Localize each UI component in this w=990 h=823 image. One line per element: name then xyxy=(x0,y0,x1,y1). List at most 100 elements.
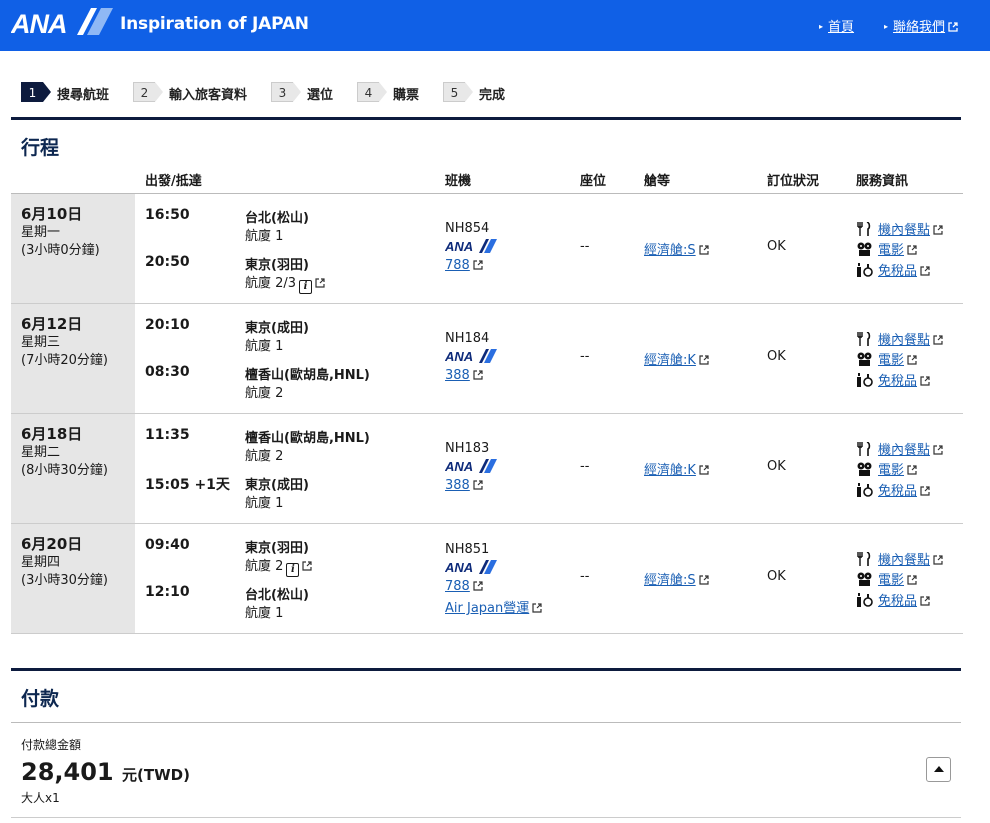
flight-row: 6月10日 星期一 (3小時0分鐘) 16:50 台北(松山) 航廈 1 20:… xyxy=(11,194,963,304)
service-movie[interactable]: 電影 xyxy=(856,349,917,369)
departure-airport: 檀香山(歐胡島,HNL) xyxy=(245,431,370,446)
ana-logo[interactable]: ANA xyxy=(11,8,113,36)
step-arrow xyxy=(155,82,163,102)
service-dutyfree[interactable]: 免稅品 xyxy=(856,480,930,500)
external-link-icon xyxy=(920,596,930,606)
film-reel-icon xyxy=(857,572,872,586)
contact-link[interactable]: ▸ 聯絡我們 xyxy=(884,16,958,35)
home-link[interactable]: ▸ 首頁 xyxy=(819,16,854,35)
external-link-icon xyxy=(933,445,943,455)
external-link-icon xyxy=(699,465,709,475)
info-icon[interactable]: i xyxy=(286,563,300,577)
arrival-time: 20:50 xyxy=(145,254,190,270)
col-cabin: 艙等 xyxy=(644,174,671,189)
ana-airline-logo: ANA xyxy=(445,459,497,473)
svg-text:ANA: ANA xyxy=(445,349,473,363)
cabin-link-wrap[interactable]: 經濟艙:S xyxy=(644,569,709,588)
arrival-airport: 台北(松山) xyxy=(245,588,309,603)
service-meal[interactable]: 機內餐點 xyxy=(856,219,943,239)
duty-free-icon xyxy=(857,483,873,497)
service-link[interactable]: 免稅品 xyxy=(878,264,917,279)
flight-duration: (3小時30分鐘) xyxy=(21,573,108,588)
payment-total-label: 付款總金額 xyxy=(21,738,82,752)
brand-tagline: Inspiration of JAPAN xyxy=(120,14,309,34)
external-link-icon[interactable] xyxy=(315,278,325,288)
service-link[interactable]: 機內餐點 xyxy=(878,223,930,238)
service-link[interactable]: 免稅品 xyxy=(878,484,917,499)
aircraft-link[interactable]: 788 xyxy=(445,579,470,594)
service-link[interactable]: 機內餐點 xyxy=(878,333,930,348)
payment-title: 付款 xyxy=(21,688,60,710)
flight-date: 6月12日 xyxy=(21,315,83,333)
arrival-airport: 東京(成田) xyxy=(245,478,309,493)
service-link[interactable]: 電影 xyxy=(878,463,904,478)
col-flight: 班機 xyxy=(445,174,472,189)
aircraft-link-wrap[interactable]: 388 xyxy=(445,368,483,383)
service-movie[interactable]: 電影 xyxy=(856,459,917,479)
service-link[interactable]: 免稅品 xyxy=(878,594,917,609)
service-link[interactable]: 電影 xyxy=(878,353,904,368)
external-link-icon xyxy=(473,480,483,490)
flight-number: NH184 xyxy=(445,331,490,346)
service-movie[interactable]: 電影 xyxy=(856,569,917,589)
col-services: 服務資訊 xyxy=(856,174,909,189)
service-movie[interactable]: 電影 xyxy=(856,239,917,259)
cabin-link-wrap[interactable]: 經濟艙:K xyxy=(644,459,709,478)
col-seat: 座位 xyxy=(580,174,607,189)
cabin-link[interactable]: 經濟艙:S xyxy=(644,573,696,588)
aircraft-link[interactable]: 388 xyxy=(445,478,470,493)
collapse-toggle-button[interactable] xyxy=(926,757,951,782)
col-depart-arrive: 出發/抵達 xyxy=(145,174,202,189)
cabin-link-wrap[interactable]: 經濟艙:K xyxy=(644,349,709,368)
flight-duration: (8小時30分鐘) xyxy=(21,463,108,478)
departure-airport: 台北(松山) xyxy=(245,211,309,226)
step-arrow xyxy=(465,82,473,102)
service-dutyfree[interactable]: 免稅品 xyxy=(856,260,930,280)
flight-date: 6月20日 xyxy=(21,535,83,553)
triangle-right-icon: ▸ xyxy=(884,22,889,31)
operator-link-wrap[interactable]: Air Japan營運 xyxy=(445,597,542,616)
aircraft-link-wrap[interactable]: 788 xyxy=(445,258,483,273)
flight-number: NH183 xyxy=(445,441,490,456)
external-link-icon xyxy=(907,245,917,255)
aircraft-link-wrap[interactable]: 388 xyxy=(445,478,483,493)
triangle-right-icon: ▸ xyxy=(819,22,824,31)
cabin-link[interactable]: 經濟艙:K xyxy=(644,463,696,478)
operator-link[interactable]: Air Japan營運 xyxy=(445,601,529,616)
service-link[interactable]: 免稅品 xyxy=(878,374,917,389)
cabin-link-wrap[interactable]: 經濟艙:S xyxy=(644,239,709,258)
fork-knife-icon xyxy=(857,442,871,456)
service-meal[interactable]: 機內餐點 xyxy=(856,549,943,569)
service-link[interactable]: 電影 xyxy=(878,573,904,588)
svg-text:ANA: ANA xyxy=(445,239,473,253)
aircraft-link[interactable]: 388 xyxy=(445,368,470,383)
bottom-divider xyxy=(11,817,961,818)
external-link-icon xyxy=(933,225,943,235)
step-number: 1 xyxy=(21,82,43,102)
payment-amount: 28,401 xyxy=(21,758,114,786)
departure-terminal: 航廈 1 xyxy=(245,229,284,244)
external-link-icon xyxy=(907,465,917,475)
flight-date: 6月10日 xyxy=(21,205,83,223)
service-link[interactable]: 機內餐點 xyxy=(878,443,930,458)
external-link-icon[interactable] xyxy=(302,561,313,571)
flight-date: 6月18日 xyxy=(21,425,83,443)
departure-terminal: 航廈 2 xyxy=(245,449,284,464)
service-meal[interactable]: 機內餐點 xyxy=(856,439,943,459)
date-cell: 6月12日 星期三 (7小時20分鐘) xyxy=(11,304,135,413)
cabin-link[interactable]: 經濟艙:S xyxy=(644,243,696,258)
arrival-time: 08:30 xyxy=(145,364,190,380)
aircraft-link[interactable]: 788 xyxy=(445,258,470,273)
service-dutyfree[interactable]: 免稅品 xyxy=(856,590,930,610)
flight-weekday: 星期四 xyxy=(21,555,61,570)
flight-row: 6月20日 星期四 (3小時30分鐘) 09:40 東京(羽田) 航廈 2i 1… xyxy=(11,524,963,634)
cabin-link[interactable]: 經濟艙:K xyxy=(644,353,696,368)
info-icon[interactable]: i xyxy=(299,280,313,294)
service-dutyfree[interactable]: 免稅品 xyxy=(856,370,930,390)
service-link[interactable]: 電影 xyxy=(878,243,904,258)
step-number: 5 xyxy=(443,82,465,102)
service-link[interactable]: 機內餐點 xyxy=(878,553,930,568)
aircraft-link-wrap[interactable]: 788 xyxy=(445,579,483,594)
seat-value: -- xyxy=(580,459,590,474)
service-meal[interactable]: 機內餐點 xyxy=(856,329,943,349)
